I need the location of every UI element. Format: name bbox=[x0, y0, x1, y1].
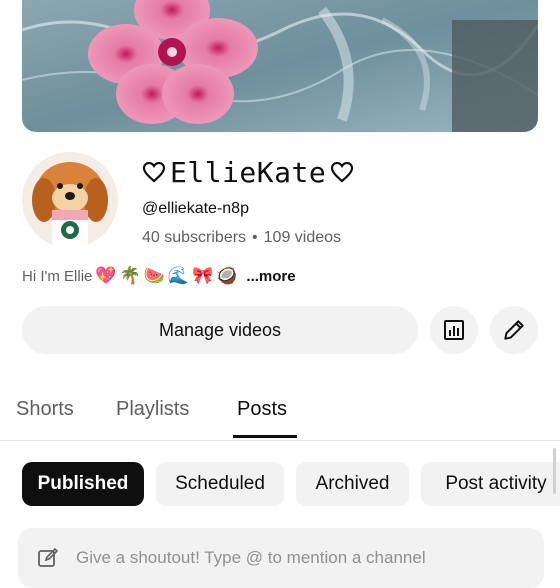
channel-stats: 40 subscribers • 109 videos bbox=[142, 229, 341, 247]
channel-name: EllieKate bbox=[142, 152, 354, 192]
bio-more-link[interactable]: ...more bbox=[246, 268, 295, 285]
wave-emoji: 🌊 bbox=[167, 266, 190, 286]
edit-channel-button[interactable] bbox=[490, 306, 538, 354]
compose-icon bbox=[38, 547, 59, 567]
video-count: 109 videos bbox=[263, 229, 342, 246]
chip-scheduled-label: Scheduled bbox=[175, 473, 265, 494]
channel-avatar[interactable] bbox=[22, 152, 118, 248]
chip-post-activity[interactable]: Post activity bbox=[421, 462, 560, 506]
post-composer[interactable]: Give a shoutout! Type @ to mention a cha… bbox=[18, 528, 544, 588]
chip-archived[interactable]: Archived bbox=[296, 462, 409, 506]
channel-banner bbox=[22, 0, 538, 132]
analytics-icon bbox=[444, 320, 464, 340]
channel-handle: @elliekate-n8p bbox=[142, 200, 249, 217]
chip-post-activity-label: Post activity bbox=[445, 473, 547, 494]
pencil-icon bbox=[504, 320, 524, 340]
heart-outline-icon bbox=[331, 161, 354, 183]
manage-videos-button[interactable]: Manage videos bbox=[22, 306, 418, 354]
palm-tree-emoji: 🌴 bbox=[119, 266, 141, 286]
channel-bio[interactable]: Hi I'm Ellie 💖 🌴 🍉 🌊 🎀 🥥 ...more bbox=[22, 266, 296, 286]
heart-emoji: 💖 bbox=[95, 266, 117, 286]
heart-outline-icon bbox=[142, 161, 166, 183]
subscriber-count: 40 subscribers bbox=[142, 229, 247, 246]
manage-videos-label: Manage videos bbox=[158, 319, 282, 340]
coconut-emoji: 🥥 bbox=[216, 266, 238, 286]
ribbon-emoji: 🎀 bbox=[192, 266, 214, 286]
chip-published-label: Published bbox=[37, 473, 129, 494]
channel-name-text: EllieKate bbox=[170, 155, 327, 189]
tab-playlists[interactable]: Playlists bbox=[116, 398, 189, 421]
analytics-button[interactable] bbox=[430, 306, 478, 354]
tab-posts[interactable]: Posts bbox=[237, 398, 287, 421]
channel-tabs: Shorts Playlists Posts bbox=[0, 388, 560, 441]
watermelon-emoji: 🍉 bbox=[143, 266, 165, 286]
chip-published[interactable]: Published bbox=[22, 462, 144, 506]
composer-placeholder: Give a shoutout! Type @ to mention a cha… bbox=[76, 548, 426, 567]
stats-separator: • bbox=[252, 229, 258, 246]
tab-shorts[interactable]: Shorts bbox=[16, 398, 74, 421]
active-tab-indicator bbox=[233, 435, 297, 438]
chip-scroll-indicator bbox=[553, 448, 556, 494]
chip-scheduled[interactable]: Scheduled bbox=[156, 462, 284, 506]
chip-archived-label: Archived bbox=[315, 473, 390, 494]
bio-text: Hi I'm Ellie bbox=[22, 267, 93, 285]
